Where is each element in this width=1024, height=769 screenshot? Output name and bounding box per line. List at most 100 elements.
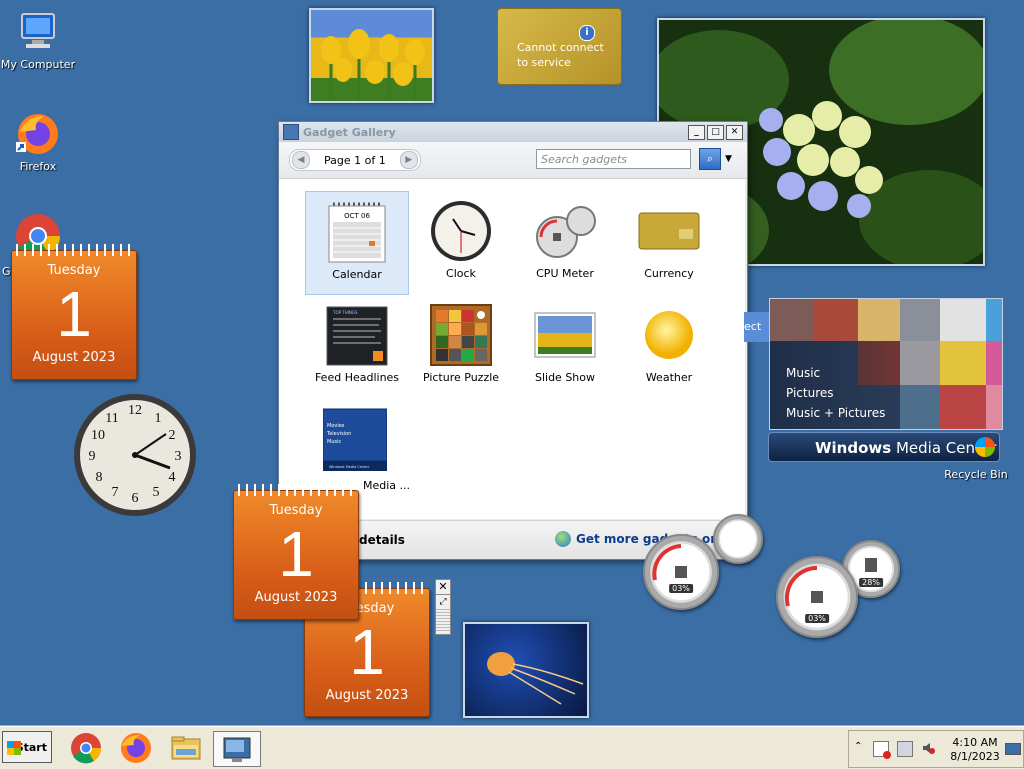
search-input[interactable]: Search gadgets — [536, 149, 691, 169]
calendar-day: 1 — [349, 616, 385, 688]
gadget-tile-weather[interactable]: Weather — [617, 295, 721, 399]
windows-logo-icon — [975, 437, 995, 457]
currency-icon — [637, 199, 701, 263]
cpu-meter-gadget[interactable]: 03% — [641, 514, 765, 610]
tray-time: 4:10 AM — [952, 736, 998, 749]
window-titlebar[interactable]: Gadget Gallery _ □ ✕ — [279, 122, 747, 142]
taskbar: Start ⌃ 4:10 AM 8/1/2023 — [0, 726, 1024, 769]
gadget-tile-slide-show[interactable]: Slide Show — [513, 295, 617, 399]
calendar-icon: OCT 06 — [325, 200, 389, 264]
gadget-label: Feed Headlines — [314, 371, 400, 384]
gadget-resize-icon[interactable]: ⤢ — [436, 595, 450, 609]
media-center-edge-label: ect — [744, 312, 770, 342]
brand-bold: Windows — [815, 439, 892, 457]
jellyfish-slideshow-gadget[interactable] — [463, 622, 589, 718]
gadget-label: Currency — [644, 267, 694, 280]
gadget-close-icon[interactable]: ✕ — [436, 580, 450, 595]
calendar-month-year: August 2023 — [325, 688, 409, 703]
calendar-weekday: Tuesday — [269, 503, 323, 518]
memory-percent: 28% — [859, 578, 883, 587]
svg-text:11: 11 — [105, 411, 118, 426]
show-details-toggle[interactable]: details — [359, 533, 405, 547]
media-menu-movies: Movies — [327, 423, 345, 429]
svg-text:1: 1 — [155, 411, 162, 426]
gallery-toolbar: ◀ Page 1 of 1 ▶ Search gadgets ⌕ ▼ — [279, 142, 747, 179]
gadget-label: Picture Puzzle — [422, 371, 500, 384]
icon-label: Recycle Bin — [944, 468, 1008, 481]
clock-readout[interactable]: 4:10 AM 8/1/2023 — [945, 736, 1005, 764]
gadget-tile-picture-puzzle[interactable]: Picture Puzzle — [409, 295, 513, 399]
globe-icon — [555, 531, 571, 547]
taskbar-firefox[interactable] — [116, 731, 156, 765]
icon-label: Firefox — [19, 160, 57, 173]
svg-text:3: 3 — [175, 449, 182, 464]
tulips-slideshow-gadget[interactable] — [309, 8, 434, 103]
search-options-chevron-down-icon[interactable]: ▼ — [725, 154, 732, 164]
weather-icon — [637, 303, 701, 367]
show-hidden-icons-chevron-up-icon[interactable]: ⌃ — [854, 741, 862, 752]
cpu-meter-icon — [533, 199, 597, 263]
menu-item-music-pictures[interactable]: Music + Pictures — [786, 403, 885, 423]
minimize-button[interactable]: _ — [688, 124, 705, 140]
media-center-brand-bar[interactable]: Windows Media Center — [768, 432, 1000, 462]
media-menu-television: Television — [326, 431, 351, 437]
gadget-tile-clock[interactable]: Clock — [409, 191, 513, 295]
computer-icon — [14, 8, 62, 56]
menu-item-pictures[interactable]: Pictures — [786, 383, 885, 403]
recycle-bin-desktop-icon[interactable]: Recycle Bin — [936, 468, 1016, 481]
volume-muted-icon[interactable] — [921, 741, 935, 755]
action-center-icon[interactable] — [873, 741, 891, 759]
cpu-meter-gadget[interactable]: 28% 03% — [776, 540, 900, 638]
start-button[interactable]: Start — [2, 731, 52, 763]
search-button[interactable]: ⌕ — [699, 148, 721, 170]
drag-handle[interactable] — [436, 609, 450, 633]
chrome-icon — [71, 733, 102, 764]
gadget-tile-cpu-meter[interactable]: CPU Meter — [513, 191, 617, 295]
system-tray: ⌃ 4:10 AM 8/1/2023 — [848, 730, 1024, 768]
clock-gadget[interactable]: 12 1 2 3 4 5 6 7 8 9 10 11 — [72, 392, 198, 518]
gadget-label: Media ... — [363, 479, 411, 492]
gadget-tile-currency[interactable]: Currency — [617, 191, 721, 295]
info-icon: i — [579, 25, 595, 41]
calendar-gadget[interactable]: Tuesday 1 August 2023 — [233, 484, 359, 620]
close-button[interactable]: ✕ — [726, 124, 743, 140]
my-computer-icon[interactable]: My Computer — [0, 8, 76, 71]
clock-face-icon: 12 12 3 456789 1011 — [74, 394, 196, 516]
currency-gadget[interactable]: i Cannot connect to service — [497, 8, 622, 85]
gadget-label: Clock — [446, 267, 476, 280]
previous-page-button[interactable]: ◀ — [292, 151, 310, 169]
svg-text:7: 7 — [112, 485, 119, 500]
gadget-controls: ✕ ⤢ — [435, 579, 451, 635]
taskbar-chrome[interactable] — [66, 731, 106, 765]
search-icon: ⌕ — [706, 152, 714, 165]
cpu-gauge: 03% — [643, 534, 719, 610]
firefox-desktop-icon[interactable]: Firefox — [0, 110, 76, 173]
taskbar-file-explorer[interactable] — [166, 731, 206, 765]
maximize-button[interactable]: □ — [707, 124, 724, 140]
taskbar-show-desktop[interactable] — [213, 731, 261, 767]
svg-text:10: 10 — [91, 428, 105, 443]
next-page-button[interactable]: ▶ — [399, 151, 418, 169]
clock-icon — [429, 199, 493, 263]
svg-text:5: 5 — [153, 485, 160, 500]
cpu-percent: 03% — [669, 584, 693, 593]
gadget-tile-feed-headlines[interactable]: TOP THINGS Feed Headlines — [305, 295, 409, 399]
network-icon[interactable] — [897, 741, 913, 757]
currency-error-message: Cannot connect to service — [517, 41, 604, 69]
media-center-gadget[interactable]: Music Pictures Music + Pictures — [769, 298, 1003, 430]
media-center-menu: Music Pictures Music + Pictures — [786, 363, 885, 423]
cpu-percent: 03% — [805, 614, 829, 623]
svg-text:4: 4 — [169, 470, 176, 485]
gadget-tile-calendar[interactable]: OCT 06 Calendar — [305, 191, 409, 295]
calendar-gadget[interactable]: Tuesday 1 August 2023 — [11, 244, 137, 380]
feed-title-text: TOP THINGS — [332, 310, 358, 315]
memory-gauge — [713, 514, 763, 564]
calendar-rings — [16, 244, 132, 256]
gadget-label: Calendar — [332, 268, 382, 281]
show-desktop-icon[interactable] — [1005, 743, 1021, 755]
media-center-icon: Movies Television Music Windows Media Cente… — [322, 407, 388, 471]
svg-text:2: 2 — [169, 428, 176, 443]
page-navigator: ◀ Page 1 of 1 ▶ — [289, 149, 421, 171]
picture-puzzle-icon — [429, 303, 493, 367]
menu-item-music[interactable]: Music — [786, 363, 885, 383]
